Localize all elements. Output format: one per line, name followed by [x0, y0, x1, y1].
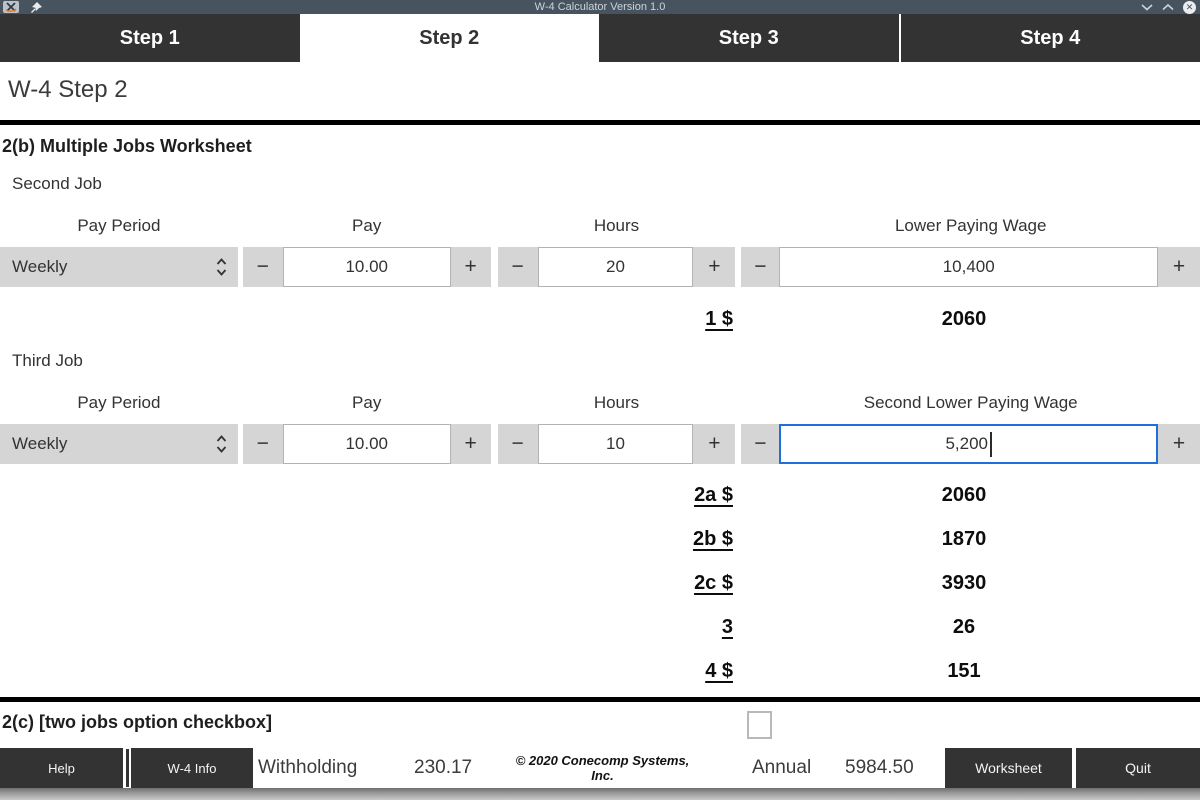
third-job-pay-input[interactable]: 10.00 [283, 424, 451, 464]
second-job-label: Second Job [12, 172, 1200, 196]
pay-header: Pay [243, 391, 491, 415]
line-2c-row: 2c $ 3930 [0, 569, 1200, 597]
second-job-pay-input[interactable]: 10.00 [283, 247, 451, 287]
second-job-wage-input[interactable]: 10,400 [779, 247, 1158, 287]
line-4-label: 4 $ [0, 657, 733, 685]
tab-step-4-label: Step 4 [1020, 27, 1080, 50]
second-job-pay-period-value: Weekly [12, 257, 67, 277]
worksheet-button[interactable]: Worksheet [945, 748, 1072, 788]
third-job-control-row: Weekly − 10.00 + − 10 + − 5,200 + [0, 424, 1200, 464]
third-job-wage-value: 5,200 [945, 434, 988, 454]
third-job-wage-input[interactable]: 5,200 [779, 424, 1158, 464]
chevron-up-down-icon [215, 433, 228, 455]
line-3-label: 3 [0, 613, 733, 641]
third-job-wage-decrement-button[interactable]: − [741, 424, 779, 464]
second-job-pay-decrement-button[interactable]: − [243, 247, 283, 287]
tab-step-1[interactable]: Step 1 [0, 14, 300, 62]
annual-value: 5984.50 [845, 757, 920, 779]
third-job-wage-increment-button[interactable]: + [1158, 424, 1200, 464]
third-job-pay-period-value: Weekly [12, 434, 67, 454]
tab-step-2[interactable]: Step 2 [300, 14, 600, 62]
line-1-value: 2060 [733, 305, 1195, 333]
divider [0, 120, 1200, 125]
maximize-icon[interactable] [1162, 3, 1174, 11]
quit-button[interactable]: Quit [1076, 748, 1200, 788]
second-lower-paying-wage-header: Second Lower Paying Wage [741, 391, 1200, 415]
section-2b-heading: 2(b) Multiple Jobs Worksheet [2, 134, 1200, 158]
line-2c-value: 3930 [733, 569, 1195, 597]
hours-header: Hours [498, 214, 736, 238]
line-4-value: 151 [733, 657, 1195, 685]
hours-header: Hours [498, 391, 736, 415]
annual-label: Annual [752, 757, 824, 779]
tab-step-1-label: Step 1 [120, 27, 180, 50]
w4-info-button[interactable]: W-4 Info [131, 748, 253, 788]
window-bottom-shadow [0, 788, 1200, 800]
third-job-pay-increment-button[interactable]: + [451, 424, 491, 464]
section-2c: 2(c) [two jobs option checkbox] [0, 702, 1200, 748]
second-job-hours-increment-button[interactable]: + [693, 247, 735, 287]
line-2c-label: 2c $ [0, 569, 733, 597]
pay-period-header: Pay Period [0, 391, 238, 415]
line-2b-label: 2b $ [0, 525, 733, 553]
line-2b-row: 2b $ 1870 [0, 525, 1200, 553]
pay-header: Pay [243, 214, 491, 238]
third-job-label: Third Job [12, 349, 1200, 373]
help-button[interactable]: Help [0, 748, 123, 788]
line-1-label: 1 $ [0, 305, 733, 333]
third-job-column-headers: Pay Period Pay Hours Second Lower Paying… [0, 391, 1200, 415]
step-tabs: Step 1 Step 2 Step 3 Step 4 [0, 14, 1200, 62]
line-2b-value: 1870 [733, 525, 1195, 553]
window-titlebar: W-4 Calculator Version 1.0 ✕ [0, 0, 1200, 14]
copyright-text: © 2020 Conecomp Systems, Inc. [505, 753, 700, 783]
second-job-pay-increment-button[interactable]: + [451, 247, 491, 287]
third-job-hours-input[interactable]: 10 [538, 424, 694, 464]
third-job-hours-increment-button[interactable]: + [693, 424, 735, 464]
window-title: W-4 Calculator Version 1.0 [0, 0, 1200, 14]
second-job-wage-increment-button[interactable]: + [1158, 247, 1200, 287]
footer-separator [126, 749, 129, 787]
second-job-hours-input[interactable]: 20 [538, 247, 694, 287]
page-title: W-4 Step 2 [0, 62, 1200, 120]
second-job-hours-decrement-button[interactable]: − [498, 247, 538, 287]
third-job-pay-period-select[interactable]: Weekly [0, 424, 238, 464]
third-job-pay-decrement-button[interactable]: − [243, 424, 283, 464]
footer-bar: Help W-4 Info Withholding 230.17 © 2020 … [0, 748, 1200, 788]
line-4-row: 4 $ 151 [0, 657, 1200, 685]
section-2c-heading: 2(c) [two jobs option checkbox] [2, 712, 272, 733]
tab-step-3[interactable]: Step 3 [599, 14, 899, 62]
lower-paying-wage-header: Lower Paying Wage [741, 214, 1200, 238]
line-1-row: 1 $ 2060 [0, 305, 1200, 333]
two-jobs-option-checkbox[interactable] [747, 711, 772, 739]
withholding-label: Withholding [258, 757, 381, 779]
second-job-pay-period-select[interactable]: Weekly [0, 247, 238, 287]
line-3-value: 26 [733, 613, 1195, 641]
line-3-row: 3 26 [0, 613, 1200, 641]
line-2a-value: 2060 [733, 481, 1195, 509]
third-job-hours-decrement-button[interactable]: − [498, 424, 538, 464]
second-job-control-row: Weekly − 10.00 + − 20 + − 10,400 + [0, 247, 1200, 287]
text-caret [990, 432, 992, 457]
second-job-wage-decrement-button[interactable]: − [741, 247, 779, 287]
tab-step-3-label: Step 3 [719, 27, 779, 50]
line-2a-row: 2a $ 2060 [0, 481, 1200, 509]
chevron-up-down-icon [215, 256, 228, 278]
second-job-column-headers: Pay Period Pay Hours Lower Paying Wage [0, 214, 1200, 238]
tab-step-2-label: Step 2 [419, 27, 479, 50]
pay-period-header: Pay Period [0, 214, 238, 238]
withholding-value: 230.17 [414, 757, 481, 779]
line-2a-label: 2a $ [0, 481, 733, 509]
tab-step-4[interactable]: Step 4 [899, 14, 1200, 62]
minimize-icon[interactable] [1141, 3, 1153, 11]
close-icon[interactable]: ✕ [1183, 1, 1196, 14]
